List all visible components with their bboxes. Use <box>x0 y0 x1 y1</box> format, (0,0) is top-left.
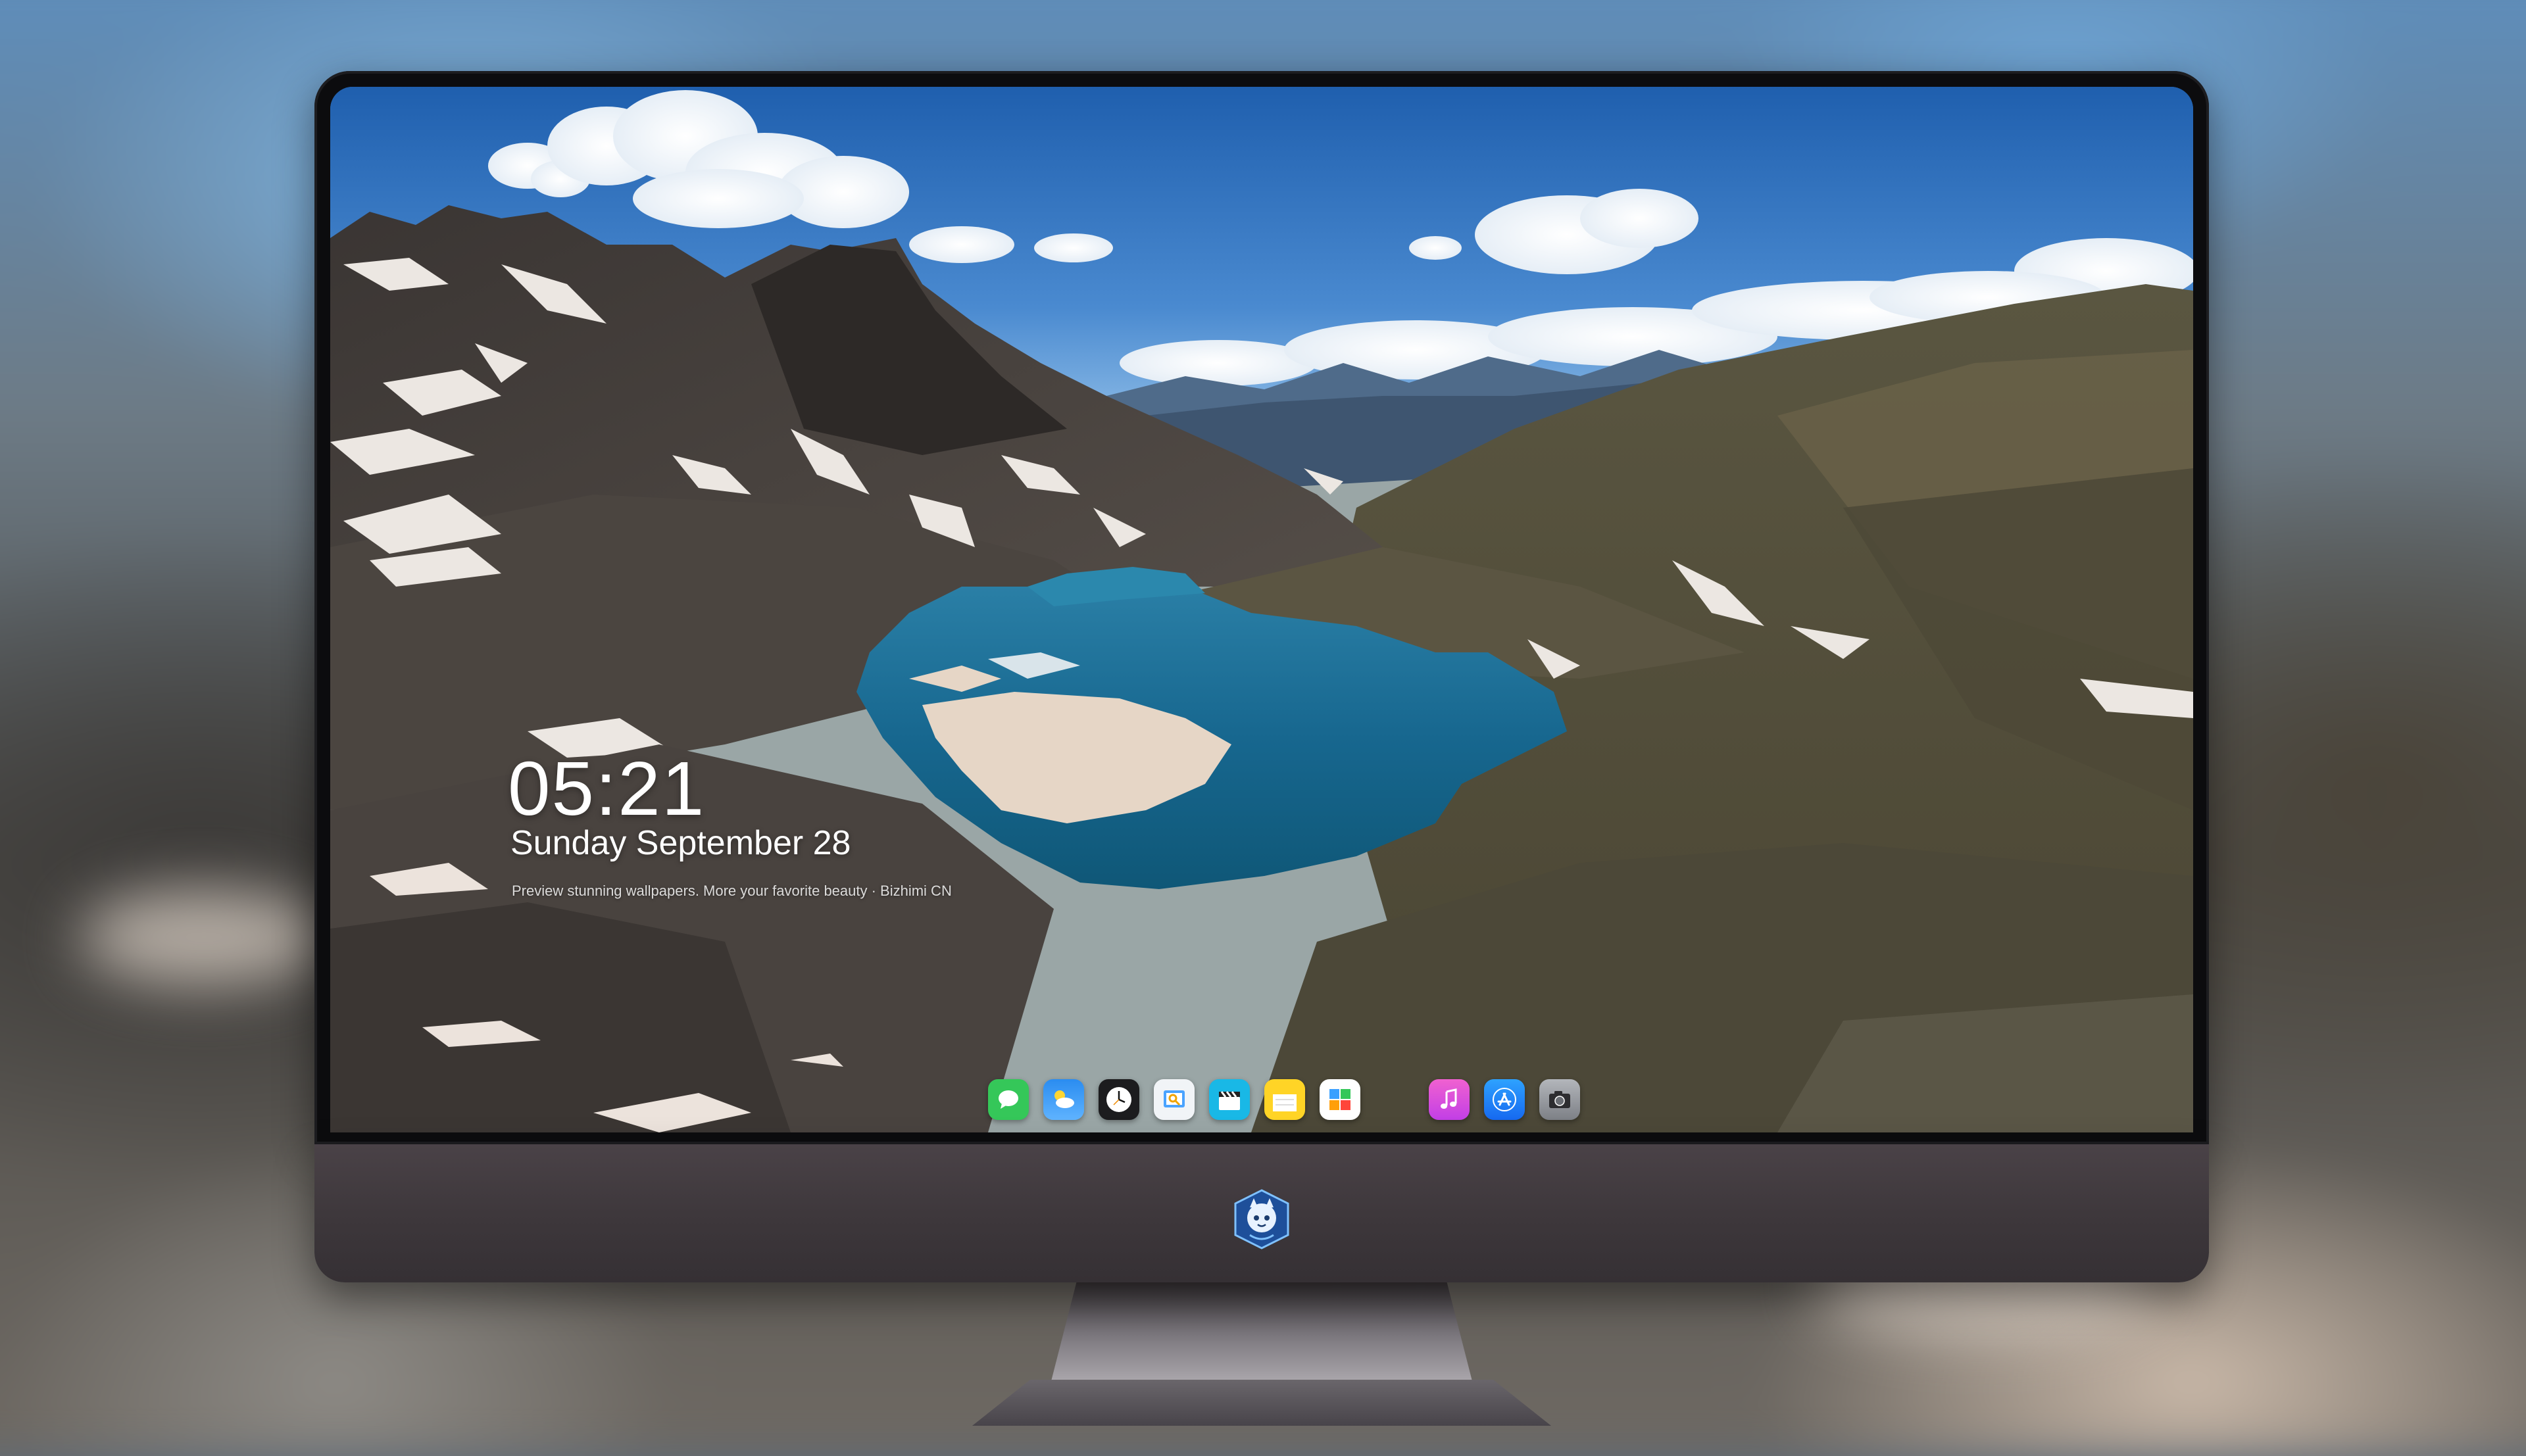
preview-icon <box>1164 1090 1185 1107</box>
wallpaper <box>330 87 2193 1132</box>
dock-app-app-store[interactable] <box>1484 1079 1525 1120</box>
camera-icon <box>1549 1091 1570 1108</box>
messages-icon <box>999 1090 1018 1109</box>
lock-date: Sunday September 28 <box>510 824 851 862</box>
weather-icon <box>1054 1090 1074 1108</box>
app-store-icon <box>1493 1088 1516 1111</box>
monitor-stand <box>1051 1282 1472 1381</box>
mascot-logo-icon <box>1234 1189 1289 1250</box>
monitor: 05:21 Sunday September 28 Preview stunni… <box>314 71 2209 1426</box>
monitor-bezel: 05:21 Sunday September 28 Preview stunni… <box>314 71 2209 1144</box>
monitor-chin <box>314 1144 2209 1282</box>
dock-app-camera[interactable] <box>1539 1079 1580 1120</box>
clock-icon <box>1106 1087 1131 1112</box>
monitor-stand-foot <box>972 1380 1551 1426</box>
notes-icon <box>1273 1094 1297 1111</box>
dock-app-clips[interactable] <box>1209 1079 1250 1120</box>
music-icon <box>1441 1088 1457 1109</box>
clapperboard-icon <box>1219 1091 1240 1110</box>
dock-app-preview[interactable] <box>1154 1079 1195 1120</box>
lock-screen[interactable]: 05:21 Sunday September 28 Preview stunni… <box>330 87 2193 1132</box>
calendar-grid-icon <box>1329 1089 1350 1110</box>
dock-app-clock[interactable] <box>1099 1079 1139 1120</box>
dock-app-messages[interactable] <box>988 1079 1029 1120</box>
wallpaper-caption: Preview stunning wallpapers. More your f… <box>512 883 952 899</box>
blurred-snow <box>79 888 329 986</box>
lock-clock-time: 05:21 <box>508 746 706 831</box>
dock-app-weather[interactable] <box>1043 1079 1084 1120</box>
dock-app-calendar[interactable] <box>1320 1079 1360 1120</box>
dock <box>988 1073 1580 1126</box>
dock-app-itunes[interactable] <box>1429 1079 1470 1120</box>
dock-app-notes[interactable] <box>1264 1079 1305 1120</box>
